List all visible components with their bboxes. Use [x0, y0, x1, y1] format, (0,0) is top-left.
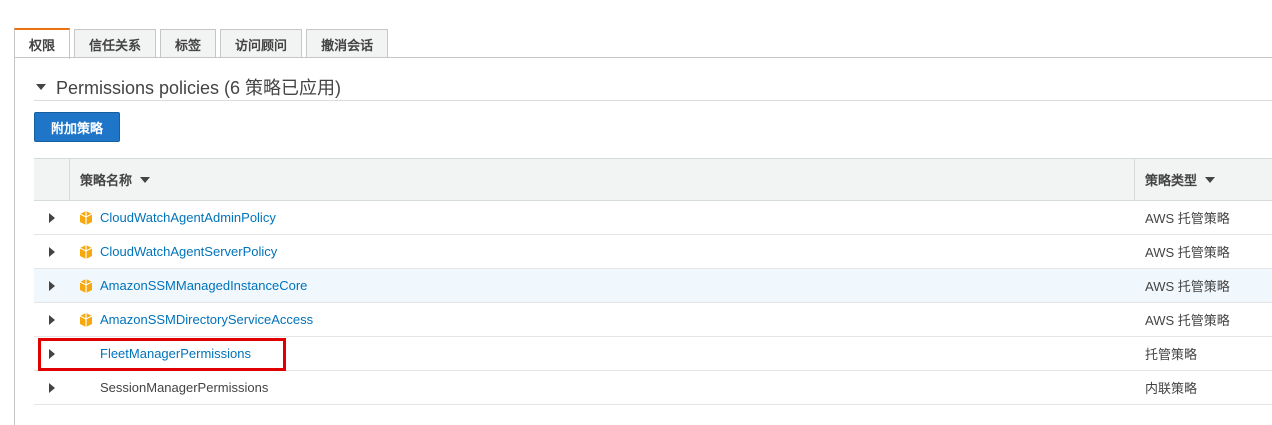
- policy-type-column-header[interactable]: 策略类型: [1135, 159, 1272, 200]
- expand-row-button[interactable]: [34, 280, 70, 291]
- expand-column-header: [34, 159, 70, 200]
- aws-managed-policy-icon: [78, 277, 98, 295]
- panel-border: [14, 57, 15, 425]
- policy-type-cell: AWS 托管策略: [1145, 313, 1230, 328]
- sort-caret-icon: [1205, 176, 1216, 183]
- attach-policies-button[interactable]: 附加策略: [34, 112, 120, 142]
- policy-name-link[interactable]: CloudWatchAgentServerPolicy: [100, 244, 277, 259]
- aws-managed-policy-icon: [78, 243, 98, 261]
- policy-type-cell: 内联策略: [1145, 381, 1198, 396]
- tab-revoke-sessions[interactable]: 撤消会话: [306, 29, 389, 58]
- policy-type-cell: AWS 托管策略: [1145, 211, 1230, 226]
- policy-name-link: SessionManagerPermissions: [100, 380, 269, 395]
- tab-access-advisor[interactable]: 访问顾问: [220, 29, 303, 58]
- tab-tags[interactable]: 标签: [160, 29, 217, 58]
- policy-name-column-header[interactable]: 策略名称: [70, 159, 1135, 200]
- expand-row-button[interactable]: [34, 212, 70, 223]
- tab-trust-relationships[interactable]: 信任关系: [74, 29, 157, 58]
- caret-right-icon: [49, 314, 55, 325]
- caret-right-icon: [49, 382, 55, 393]
- permissions-policies-toggle[interactable]: Permissions policies (6 策略已应用): [36, 74, 341, 100]
- table-row: CloudWatchAgentAdminPolicy AWS 托管策略: [34, 201, 1272, 235]
- expand-row-button[interactable]: [34, 382, 70, 393]
- tab-bar: 权限 信任关系 标签 访问顾问 撤消会话: [14, 27, 392, 59]
- table-row: AmazonSSMManagedInstanceCore AWS 托管策略: [34, 269, 1272, 303]
- table-row: CloudWatchAgentServerPolicy AWS 托管策略: [34, 235, 1272, 269]
- table-row: SessionManagerPermissions 内联策略: [34, 371, 1272, 405]
- policy-name-cell: AmazonSSMDirectoryServiceAccess: [70, 311, 1135, 329]
- policy-name-cell: SessionManagerPermissions: [70, 379, 1135, 397]
- section-divider: [34, 100, 1272, 101]
- expand-row-button[interactable]: [34, 314, 70, 325]
- aws-managed-policy-icon: [78, 209, 98, 227]
- policy-name-cell: CloudWatchAgentServerPolicy: [70, 243, 1135, 261]
- caret-down-icon: [36, 84, 46, 90]
- icon-placeholder: [78, 379, 98, 397]
- policy-name-cell: CloudWatchAgentAdminPolicy: [70, 209, 1135, 227]
- highlight-box: [38, 338, 286, 371]
- table-header: 策略名称 策略类型: [34, 159, 1272, 201]
- table-row: AmazonSSMDirectoryServiceAccess AWS 托管策略: [34, 303, 1272, 337]
- policy-name-cell: AmazonSSMManagedInstanceCore: [70, 277, 1135, 295]
- policy-name-link[interactable]: CloudWatchAgentAdminPolicy: [100, 210, 276, 225]
- expand-row-button[interactable]: [34, 246, 70, 257]
- section-title: Permissions policies (6 策略已应用): [56, 78, 342, 98]
- policy-type-cell: 托管策略: [1145, 347, 1198, 362]
- policy-type-cell: AWS 托管策略: [1145, 279, 1230, 294]
- aws-managed-policy-icon: [78, 311, 98, 329]
- caret-right-icon: [49, 212, 55, 223]
- caret-right-icon: [49, 246, 55, 257]
- policy-name-link[interactable]: AmazonSSMManagedInstanceCore: [100, 278, 307, 293]
- policy-name-link[interactable]: AmazonSSMDirectoryServiceAccess: [100, 312, 313, 327]
- policy-type-header-label: 策略类型: [1145, 173, 1198, 188]
- caret-right-icon: [49, 280, 55, 291]
- policy-type-cell: AWS 托管策略: [1145, 245, 1230, 260]
- policy-name-header-label: 策略名称: [80, 173, 133, 188]
- sort-caret-icon: [140, 176, 151, 183]
- tab-permissions[interactable]: 权限: [14, 28, 71, 59]
- tab-divider: [14, 57, 1272, 58]
